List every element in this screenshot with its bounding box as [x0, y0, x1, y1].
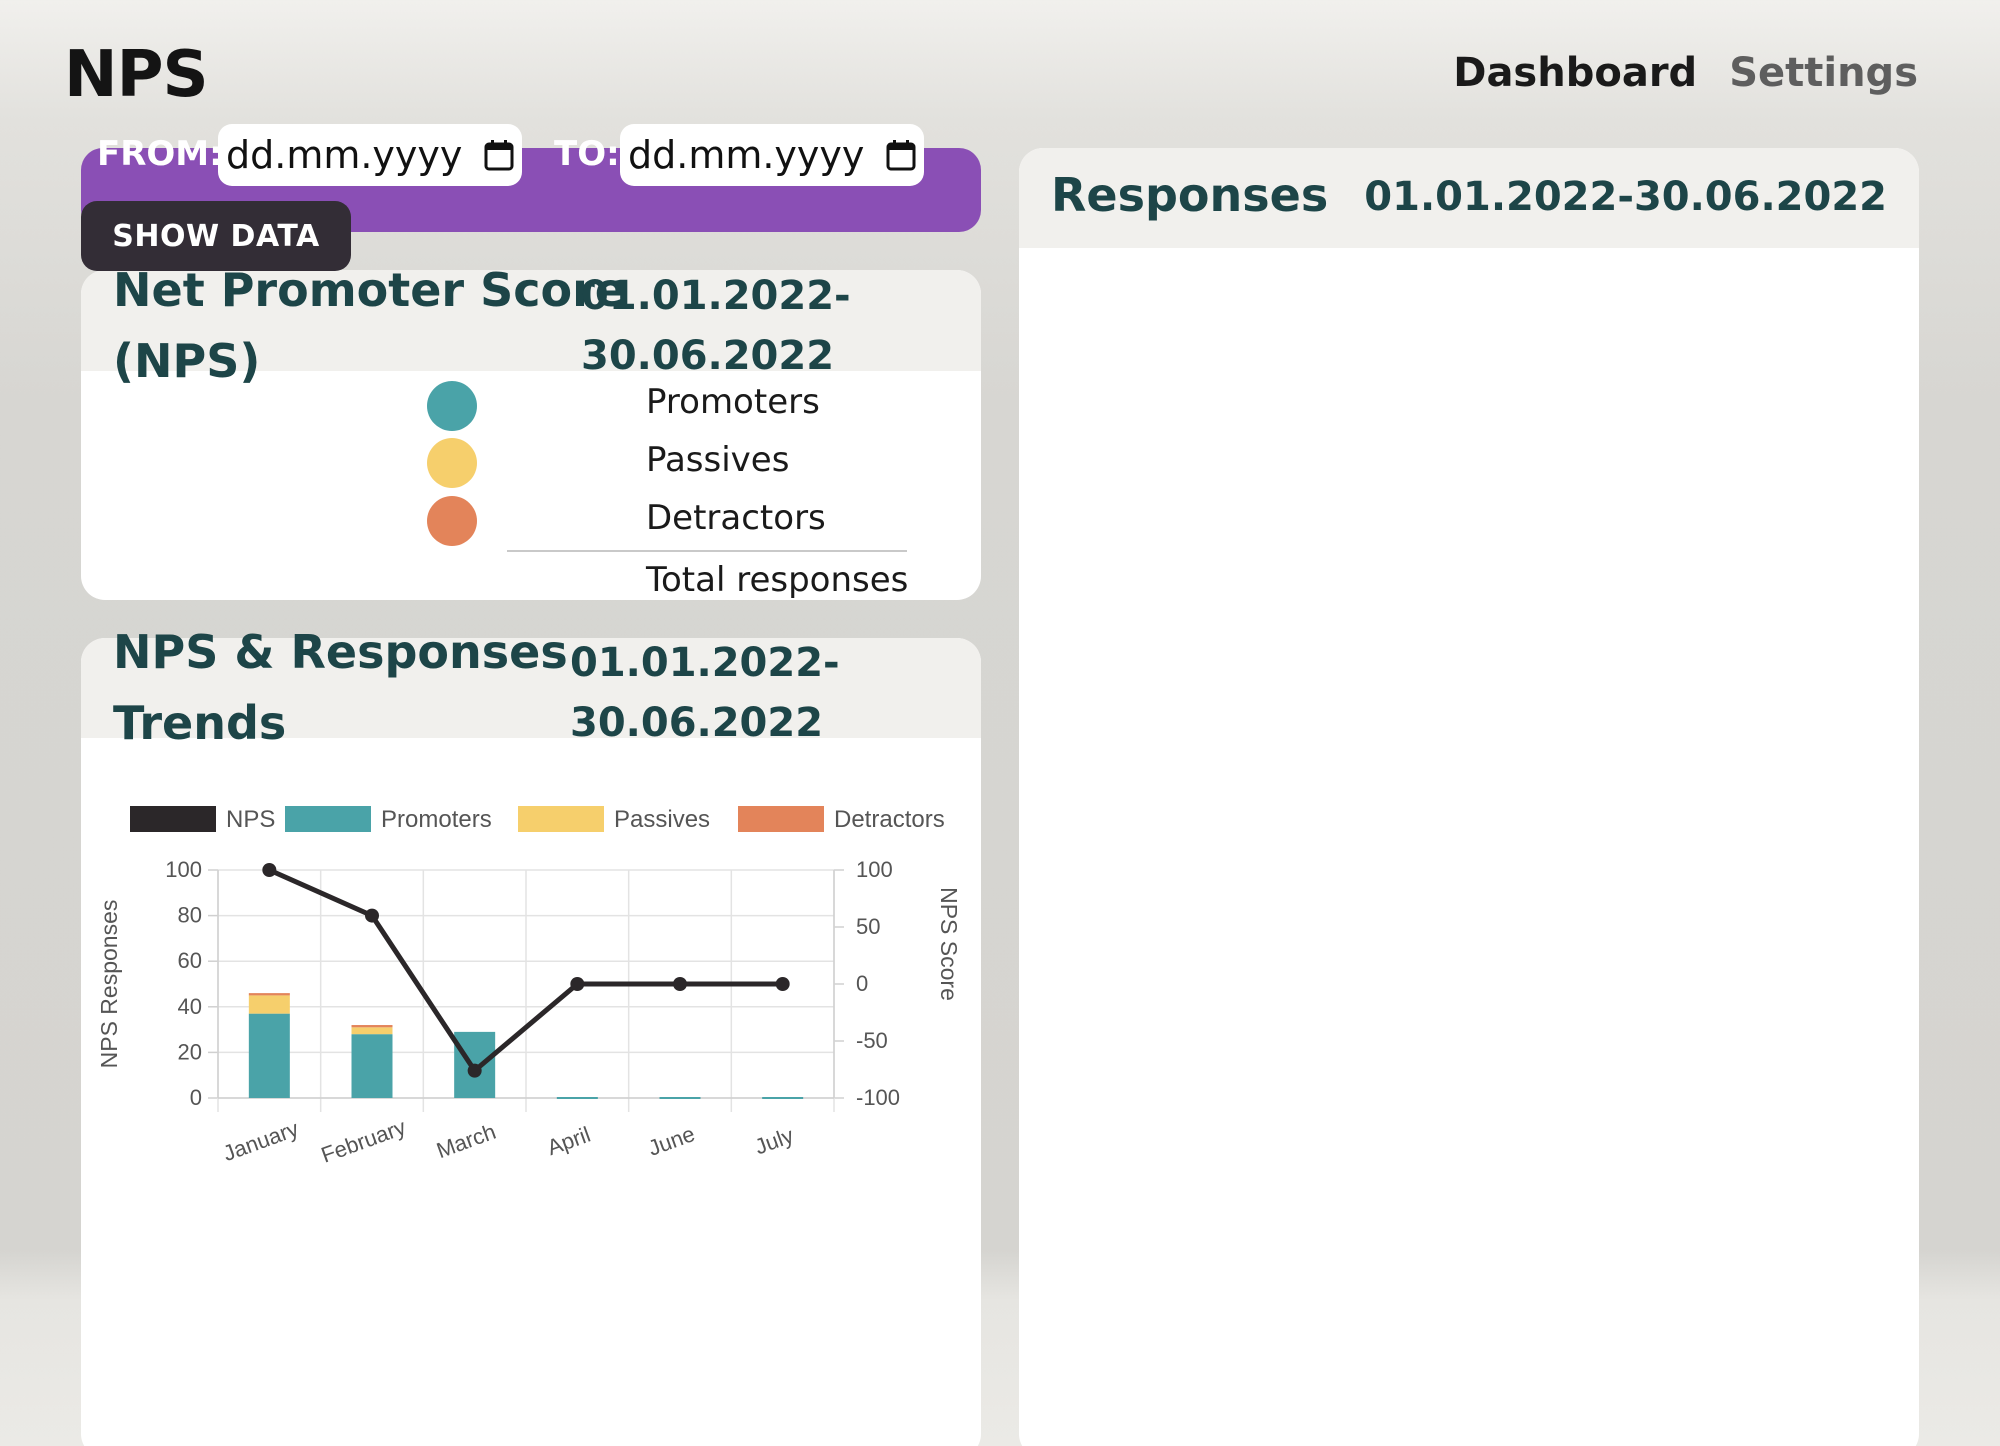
legend-label-detractors: Detractors [834, 806, 945, 833]
app-title: NPS [64, 38, 209, 112]
passives-dot [427, 438, 477, 488]
bar-passives [351, 1027, 393, 1035]
y2-tick-label: -50 [856, 1028, 888, 1053]
y2-tick-label: -100 [856, 1085, 900, 1110]
bar-detractors [248, 993, 290, 996]
total-responses-label: Total responses [646, 560, 909, 600]
y-tick-label: 80 [178, 903, 202, 928]
bar-promoters [248, 1013, 290, 1098]
bar-promoters [351, 1034, 393, 1098]
legend-label-nps: NPS [226, 806, 275, 833]
y2-tick-label: 50 [856, 914, 880, 939]
detractors-dot [427, 496, 477, 546]
y2-axis-title: NPS Score [936, 887, 962, 1001]
trend-card-date: 01.01.2022- 30.06.2022 [570, 633, 840, 753]
responses-card: Responses 01.01.2022-30.06.2022 [1019, 148, 1919, 1446]
x-tick-label: February [318, 1114, 409, 1168]
nps-card-date: 01.01.2022- 30.06.2022 [581, 266, 851, 386]
to-date-placeholder: dd.mm.yyyy [628, 133, 865, 177]
y-tick-label: 20 [178, 1039, 202, 1064]
y-tick-label: 0 [190, 1085, 202, 1110]
x-tick-label: June [645, 1121, 698, 1161]
trend-title-line2: Trends [113, 696, 287, 750]
x-tick-label: March [433, 1119, 499, 1163]
nps-point [673, 977, 687, 991]
legend-divider [507, 550, 907, 552]
y-tick-label: 40 [178, 994, 202, 1019]
x-tick-label: January [220, 1116, 302, 1166]
y2-tick-label: 100 [856, 857, 893, 882]
y-tick-label: 100 [165, 857, 202, 882]
y2-tick-label: 0 [856, 971, 868, 996]
trend-chart: 100 80 60 40 20 0 100 50 0 -50 -100 January February… [96, 806, 962, 1168]
trend-date-line1: 01.01.2022- [570, 640, 840, 686]
calendar-icon[interactable] [886, 139, 916, 171]
legend-swatch-nps [130, 806, 216, 832]
trend-date-line2: 30.06.2022 [570, 700, 824, 746]
bar-passives [248, 995, 290, 1014]
from-label: FROM: [97, 134, 223, 174]
legend-label-passives: Passives [614, 806, 710, 833]
x-tick-label: April [544, 1122, 594, 1161]
to-date-input[interactable]: dd.mm.yyyy [620, 124, 924, 186]
nps-date-line2: 30.06.2022 [581, 333, 835, 379]
legend-swatch-detractors [738, 806, 824, 832]
legend-promoters-label: Promoters [646, 382, 820, 422]
nps-point [467, 1063, 482, 1078]
responses-card-title: Responses [1051, 168, 1329, 222]
show-data-button[interactable]: SHOW DATA [81, 201, 351, 271]
from-date-input[interactable]: dd.mm.yyyy [218, 124, 522, 186]
promoters-dot [427, 381, 477, 431]
calendar-icon[interactable] [484, 139, 514, 171]
nav-settings[interactable]: Settings [1729, 50, 1918, 96]
nps-title-line2: (NPS) [113, 334, 261, 388]
trend-card: 100 80 60 40 20 0 100 50 0 -50 -100 January February… [81, 638, 981, 1446]
y-tick-label: 60 [178, 948, 202, 973]
legend-passives-label: Passives [646, 440, 790, 480]
y-axis-title: NPS Responses [96, 900, 122, 1069]
responses-card-header: Responses 01.01.2022-30.06.2022 [1019, 148, 1919, 248]
bar-detractors [351, 1025, 393, 1028]
responses-card-date: 01.01.2022-30.06.2022 [1364, 174, 1887, 220]
legend-label-promoters: Promoters [381, 806, 492, 833]
trend-card-title: NPS & Responses Trends [113, 617, 568, 759]
legend-swatch-passives [518, 806, 604, 832]
top-nav: Dashboard Settings [1453, 50, 1918, 96]
from-date-placeholder: dd.mm.yyyy [226, 133, 463, 177]
nps-card-title: Net Promoter Score (NPS) [113, 255, 626, 397]
trend-title-line1: NPS & Responses [113, 625, 568, 679]
nps-point [775, 977, 790, 991]
legend-detractors-label: Detractors [646, 498, 826, 538]
to-label: TO: [554, 134, 620, 174]
nps-point [262, 863, 277, 877]
x-tick-label: July [751, 1123, 796, 1160]
nps-date-line1: 01.01.2022- [581, 273, 851, 319]
nps-point [570, 977, 585, 991]
nav-dashboard[interactable]: Dashboard [1453, 50, 1697, 96]
nps-point [365, 908, 379, 923]
legend-swatch-promoters [285, 806, 371, 832]
